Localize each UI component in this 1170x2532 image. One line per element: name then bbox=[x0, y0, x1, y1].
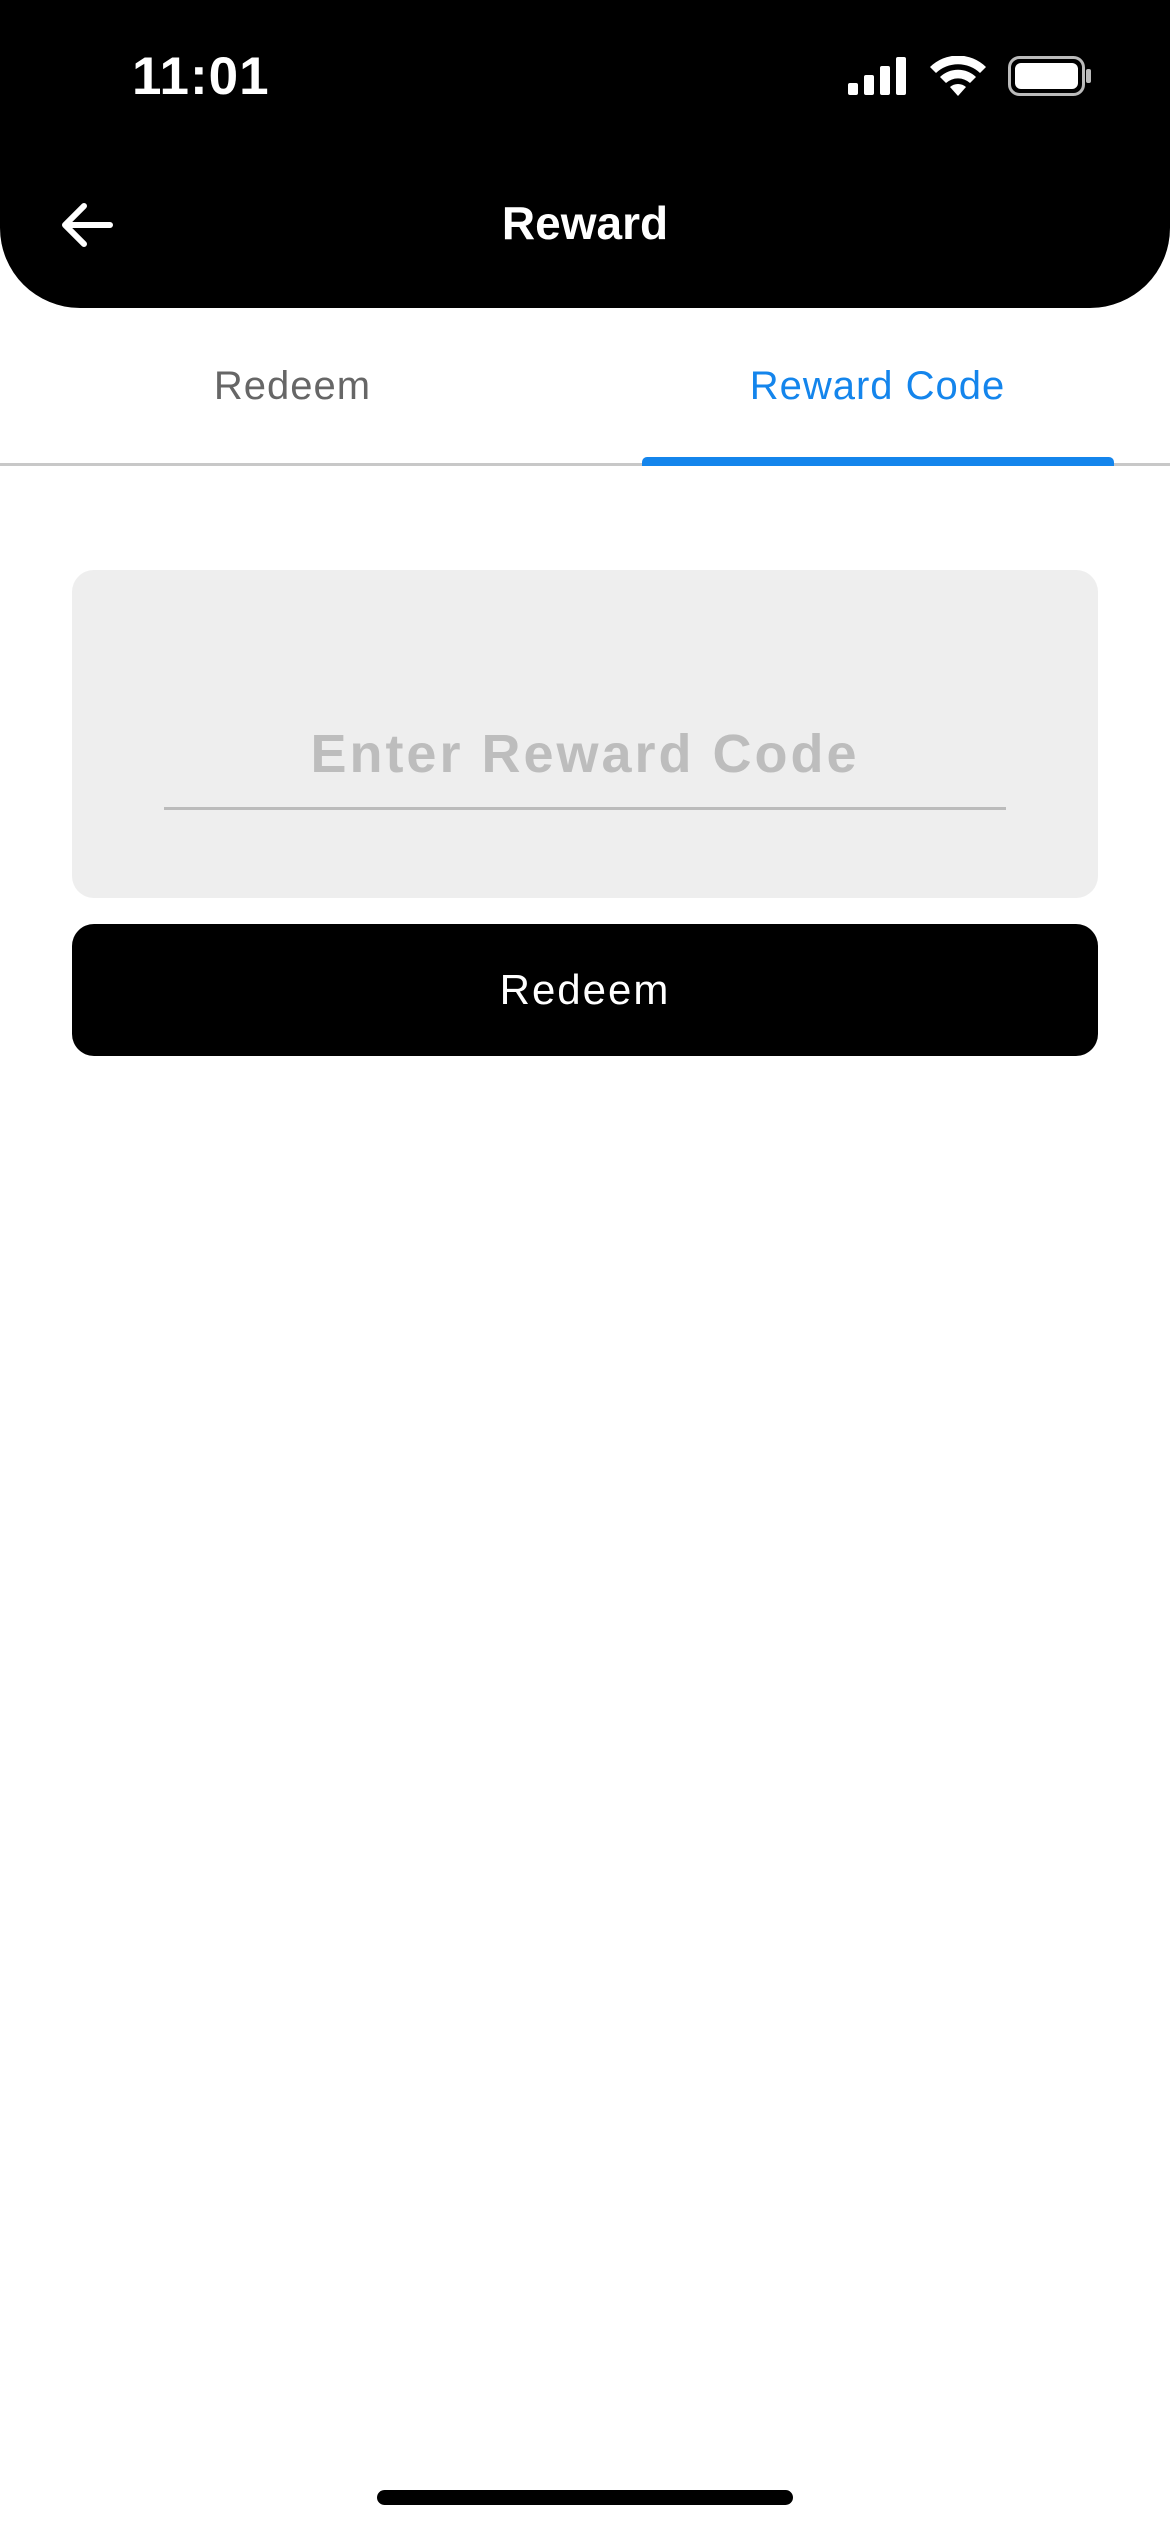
wifi-icon bbox=[930, 56, 986, 96]
battery-icon bbox=[1008, 56, 1091, 96]
redeem-button[interactable]: Redeem bbox=[72, 924, 1098, 1056]
app-header: 11:01 Reward bbox=[0, 0, 1170, 308]
reward-code-input[interactable] bbox=[164, 700, 1006, 810]
tab-bar: Redeem Reward Code bbox=[0, 308, 1170, 466]
status-time: 11:01 bbox=[132, 47, 270, 106]
home-indicator bbox=[377, 2490, 793, 2505]
tab-reward-code[interactable]: Reward Code bbox=[585, 364, 1170, 409]
tab-redeem[interactable]: Redeem bbox=[0, 364, 585, 409]
signal-icon bbox=[848, 57, 906, 95]
reward-code-card bbox=[72, 570, 1098, 898]
status-icons bbox=[848, 56, 1092, 96]
active-tab-indicator bbox=[642, 457, 1114, 466]
page-title: Reward bbox=[501, 197, 669, 249]
